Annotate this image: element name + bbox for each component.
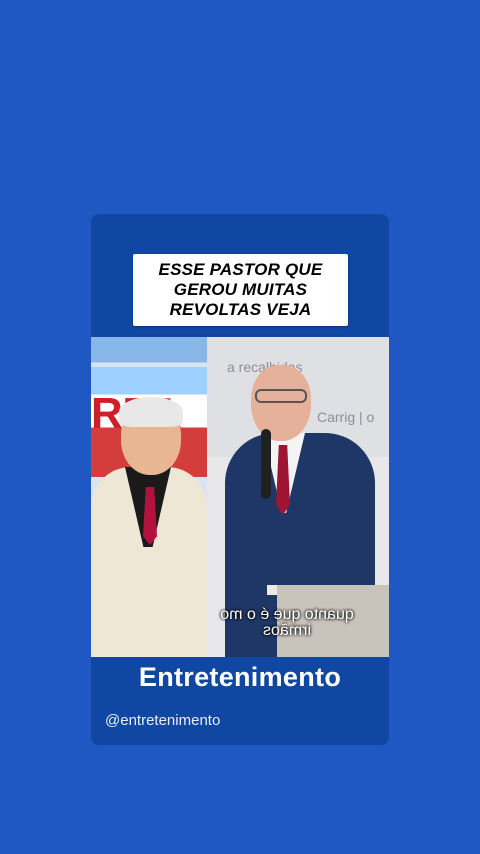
caption-line-2: irmãos: [263, 622, 312, 639]
headline-box: ESSE PASTOR QUE GEROU MUITAS REVOLTAS VE…: [133, 254, 348, 326]
microphone-icon: [261, 429, 271, 499]
screen-text-2: Carrig | o: [317, 409, 375, 425]
left-video-panel: RTA: [91, 337, 207, 657]
brand-title: Entretenimento: [138, 662, 342, 692]
video-caption: quanto que é o mo irmãos: [207, 606, 367, 639]
pastor-face: [251, 365, 311, 441]
pastor-glasses: [255, 389, 307, 403]
account-handle[interactable]: @entretenimento: [105, 712, 220, 729]
caption-line-1: quanto que é o mo: [220, 606, 354, 623]
host-hair: [119, 397, 183, 427]
post-card[interactable]: ESSE PASTOR QUE GEROU MUITAS REVOLTAS VE…: [91, 214, 389, 745]
headline-text: ESSE PASTOR QUE GEROU MUITAS REVOLTAS VE…: [158, 260, 323, 319]
video-frame[interactable]: RTA a recalhidas Carrig | o quanto que é…: [91, 337, 389, 657]
